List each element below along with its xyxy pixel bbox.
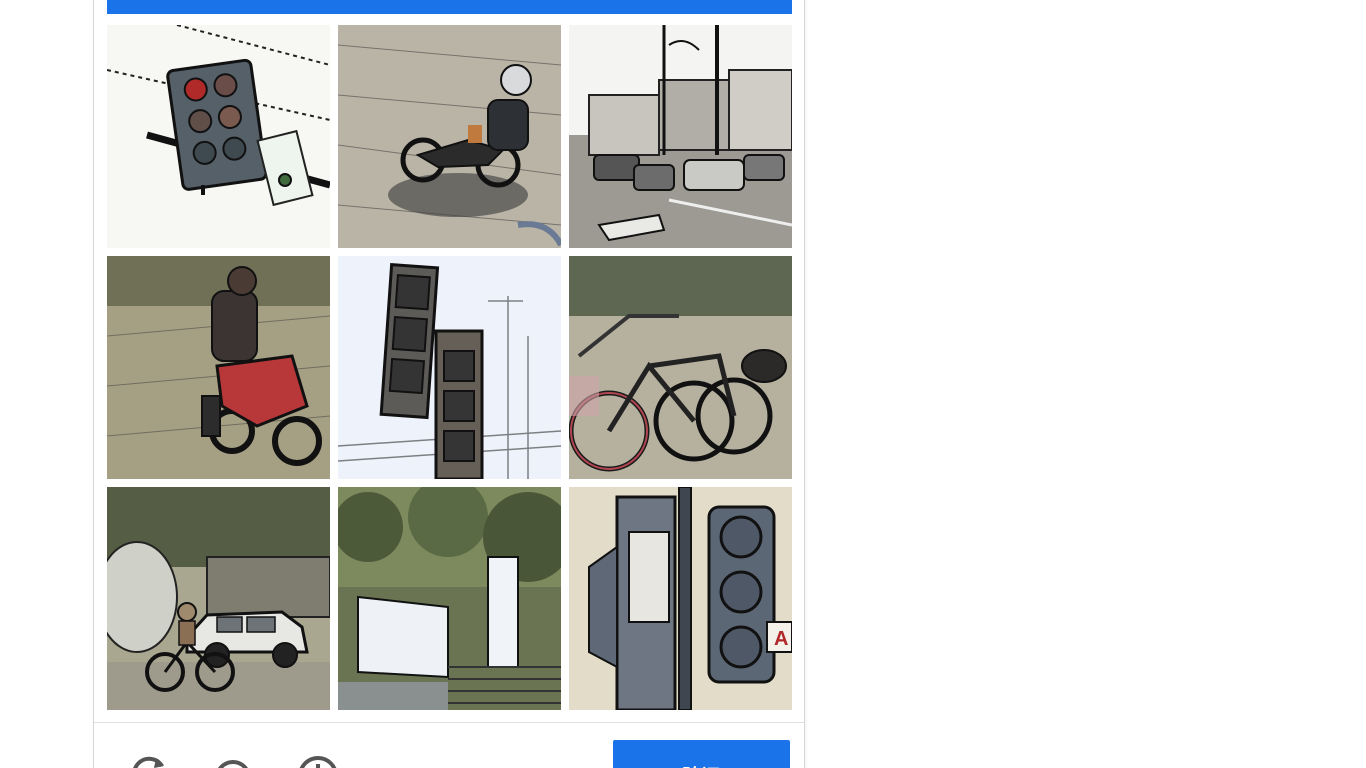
image-tile[interactable]: A xyxy=(569,487,792,710)
help-button[interactable] xyxy=(296,752,340,768)
reload-button[interactable] xyxy=(126,752,170,768)
car-and-cyclist-image xyxy=(107,487,330,710)
traffic-lights-sky-image xyxy=(338,256,561,479)
info-icon xyxy=(299,756,337,768)
challenge-header-bar xyxy=(107,0,792,14)
footer-divider xyxy=(94,722,804,723)
red-motorcycle-image xyxy=(107,256,330,479)
image-grid: A xyxy=(107,25,792,710)
motorcycle-rider-image xyxy=(338,25,561,248)
audio-challenge-button[interactable] xyxy=(211,752,255,768)
headphones-icon xyxy=(218,760,248,768)
svg-text:A: A xyxy=(774,628,788,650)
image-tile[interactable] xyxy=(338,487,561,710)
image-tile[interactable] xyxy=(107,25,330,248)
image-tile[interactable] xyxy=(338,256,561,479)
image-tile[interactable] xyxy=(107,487,330,710)
verify-button[interactable]: 验证 xyxy=(613,740,790,768)
image-tile[interactable] xyxy=(569,256,792,479)
image-tile[interactable] xyxy=(107,256,330,479)
reload-icon xyxy=(133,756,164,768)
street-intersection-image xyxy=(569,25,792,248)
bicycles-image xyxy=(569,256,792,479)
traffic-light-sign-image xyxy=(107,25,330,248)
image-tile[interactable] xyxy=(569,25,792,248)
image-tile[interactable] xyxy=(338,25,561,248)
white-wall-steps-image xyxy=(338,487,561,710)
traffic-signal-poles-image: A xyxy=(569,487,792,710)
page: A 验证 xyxy=(0,0,1366,768)
